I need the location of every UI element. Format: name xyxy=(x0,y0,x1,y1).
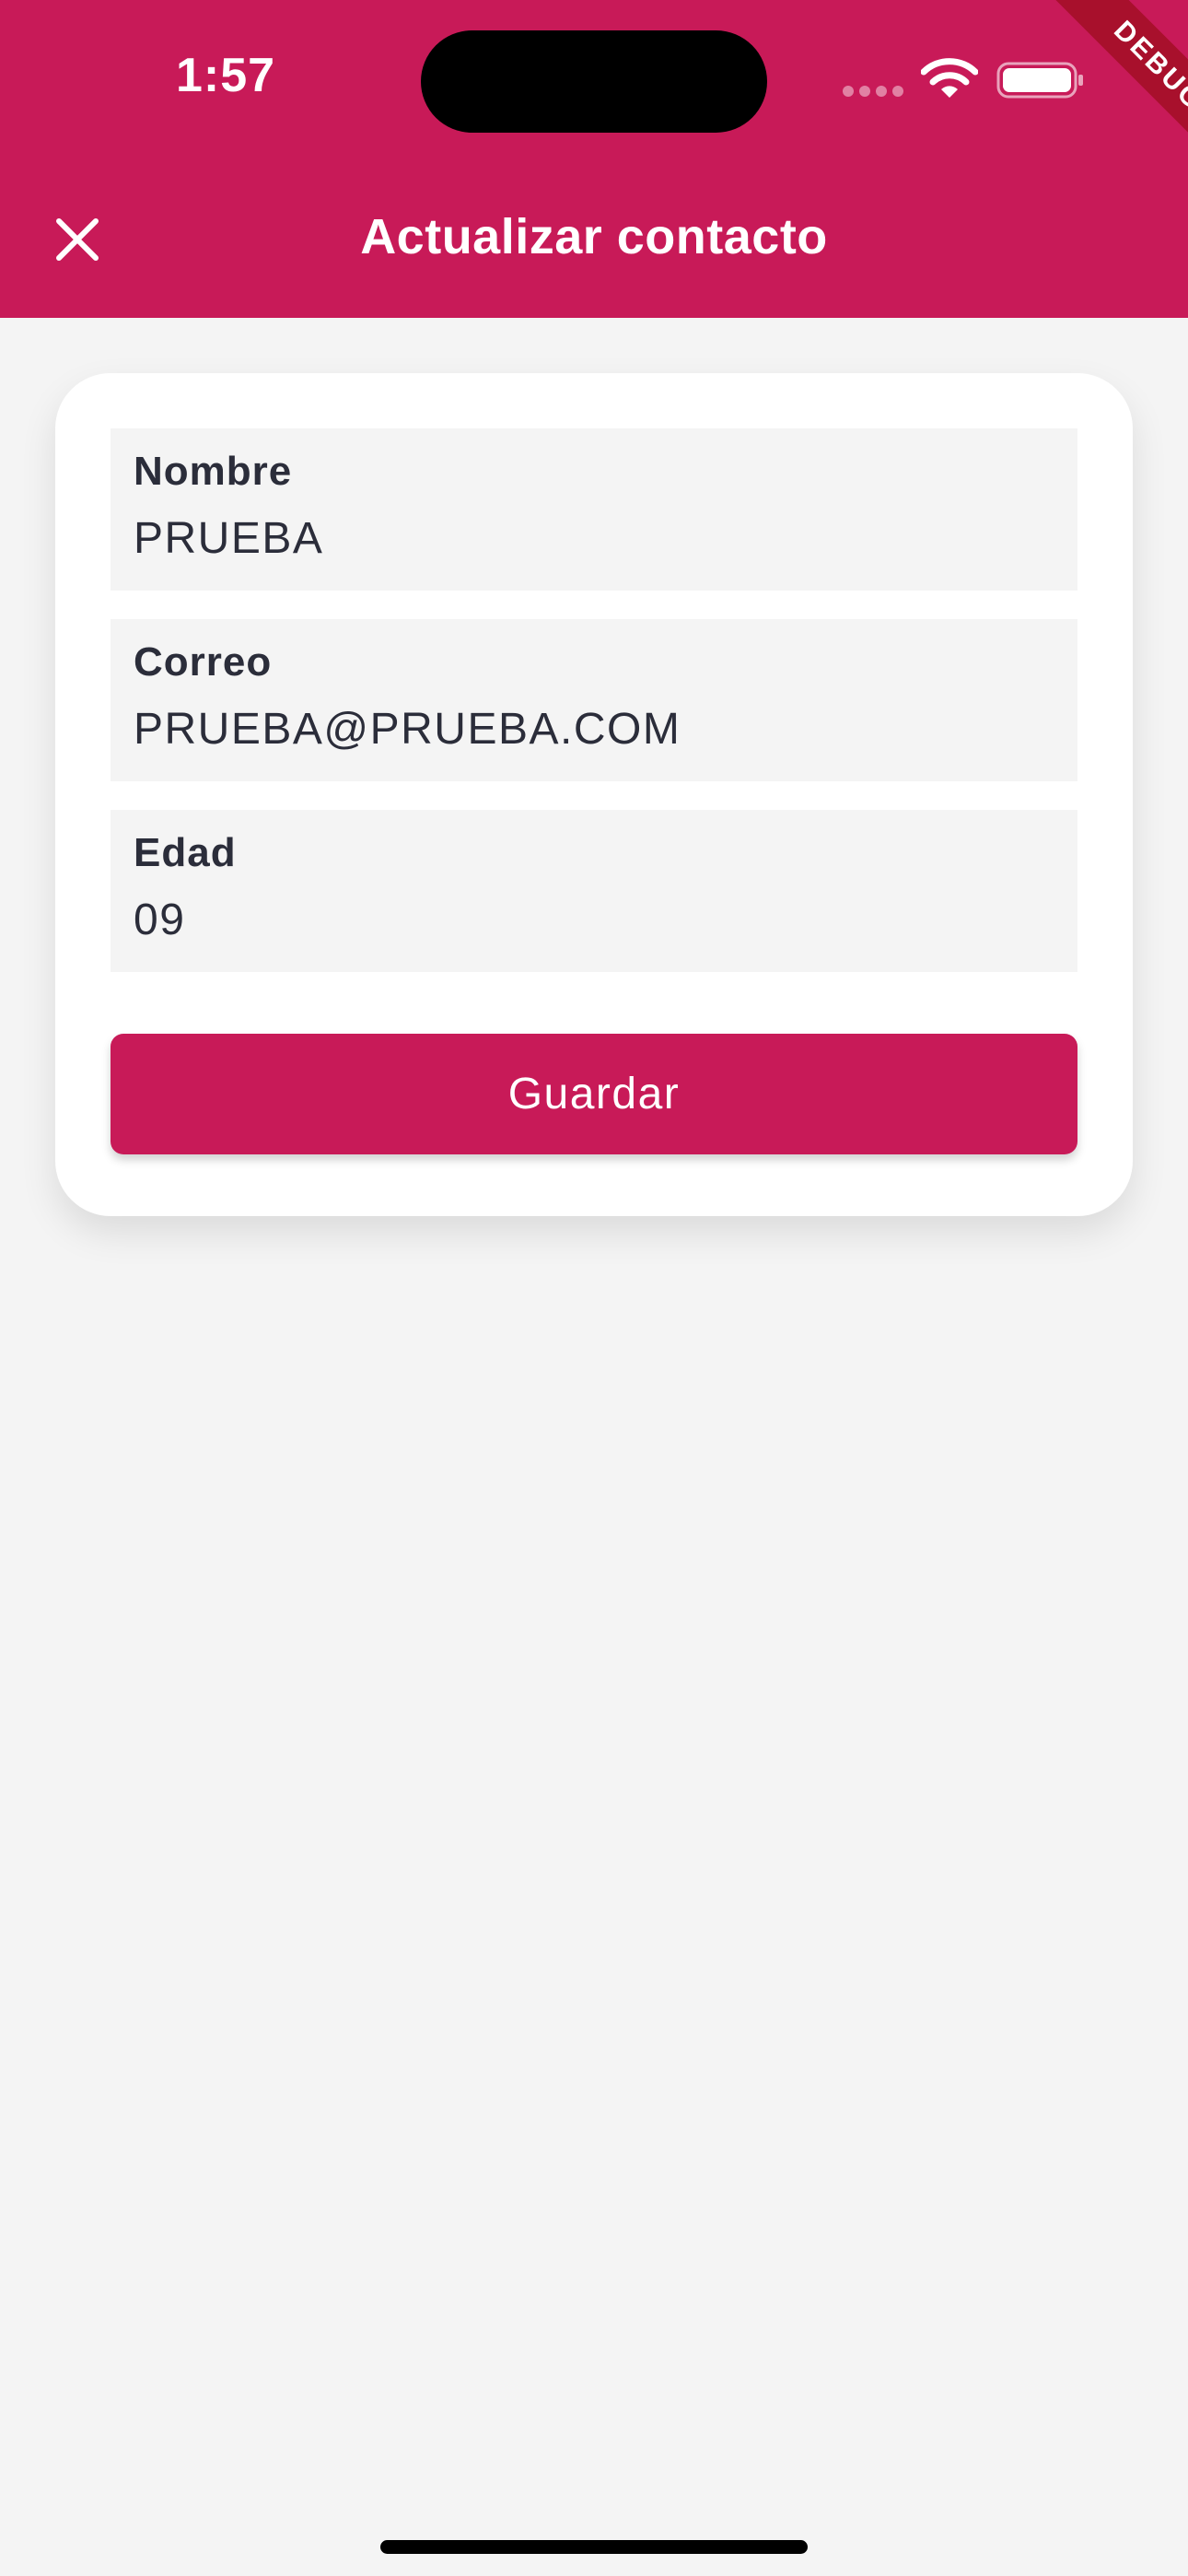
name-field-label: Nombre xyxy=(134,449,293,494)
cellular-signal-icon xyxy=(843,86,905,99)
app-bar: 1:57 DEBUG Actualizar contacto xyxy=(0,0,1188,318)
age-field-label: Edad xyxy=(134,830,237,875)
email-field-label: Correo xyxy=(134,639,273,685)
dynamic-island xyxy=(421,30,767,133)
debug-banner: DEBUG xyxy=(1031,0,1188,157)
name-field[interactable]: Nombre PRUEBA xyxy=(111,428,1077,591)
page-title: Actualizar contacto xyxy=(360,209,828,264)
email-field-value: PRUEBA@PRUEBA.COM xyxy=(134,705,681,754)
name-field-value: PRUEBA xyxy=(134,514,324,563)
contact-form-card: Nombre PRUEBA Correo PRUEBA@PRUEBA.COM E… xyxy=(55,373,1133,1216)
age-field-value: 09 xyxy=(134,896,186,944)
status-bar-time: 1:57 xyxy=(175,49,276,102)
email-field[interactable]: Correo PRUEBA@PRUEBA.COM xyxy=(111,619,1077,781)
debug-banner-label: DEBUG xyxy=(1055,0,1188,157)
wifi-icon xyxy=(921,58,978,98)
age-field[interactable]: Edad 09 xyxy=(111,810,1077,972)
save-button[interactable]: Guardar xyxy=(111,1034,1077,1154)
home-indicator[interactable] xyxy=(380,2540,808,2554)
screen: 1:57 DEBUG Actualizar contacto Nombre PR… xyxy=(0,0,1188,2576)
